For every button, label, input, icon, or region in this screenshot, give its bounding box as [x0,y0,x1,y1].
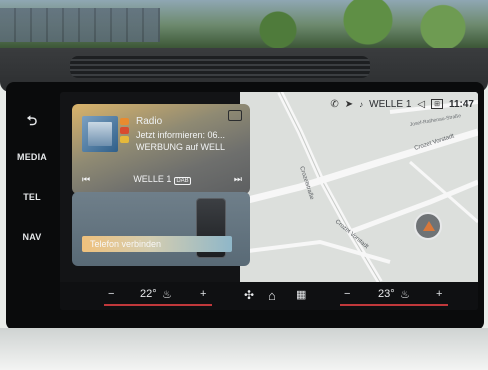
left-temp-indicator [104,304,212,306]
station-cover-art [82,116,118,152]
climate-bar: − 22° ♨ + ✣ ⌂ ▦ − 23° ♨ + [60,282,478,310]
map-roads: Crozetstraße Crozet Vorstadt Crozet Vors… [240,92,478,282]
fan-icon[interactable]: ✣ [244,288,254,302]
status-station-icon: ♪ [359,99,364,109]
right-temp-down-button[interactable]: − [344,288,350,300]
radio-title: Radio [136,116,163,127]
status-station: WELLE 1 [369,98,412,110]
right-temp-value: 23 [378,288,391,300]
status-bar: ✆ ➤ ♪ WELLE 1 ◁ ⊞ 11:47 [330,96,474,112]
solar-panel-graphic [0,8,160,42]
next-track-icon[interactable]: ⏭ [234,174,242,185]
volume-icon[interactable]: ◁ [417,99,425,110]
radio-widget[interactable]: Radio Jetzt informieren: 06... WERBUNG a… [72,104,250,194]
air-vent [70,56,370,78]
left-temp-value: 22 [140,288,153,300]
right-temperature[interactable]: 23° [378,288,395,300]
right-temp-up-button[interactable]: + [436,288,442,300]
rail-item-media[interactable]: MEDIA [8,152,56,162]
left-temperature[interactable]: 22° [140,288,157,300]
trees-graphic [188,0,488,50]
apps-grid-icon[interactable]: ▦ [296,288,306,301]
phone-off-icon: ✆ [330,98,339,110]
signal-icon [120,118,129,150]
seat-heat-left-icon[interactable]: ♨ [162,288,172,301]
right-temp-indicator [340,304,448,306]
display-icon[interactable]: ⊞ [431,99,443,109]
status-time: 11:47 [448,98,474,110]
radio-info-line-1: Jetzt informieren: 06... [136,130,226,140]
vehicle-position-icon [414,212,442,240]
back-icon[interactable]: ⮌ [8,112,56,134]
seat-heat-right-icon[interactable]: ♨ [400,288,410,301]
radio-info-line-2: WERBUNG auf WELL [136,142,226,152]
navigation-map[interactable]: Crozetstraße Crozet Vorstadt Crozet Vors… [240,92,478,282]
home-icon[interactable]: ⌂ [268,288,276,303]
rail-item-tel[interactable]: TEL [8,192,56,202]
phone-widget[interactable]: Telefon verbinden [72,192,250,266]
dashboard-bottom [0,328,488,370]
radio-controls: ⏮ WELLE 1 DAB ⏭ [82,172,242,186]
infotainment-screen: Crozetstraße Crozet Vorstadt Crozet Vors… [60,92,478,310]
side-rail: ⮌ MEDIA TEL NAV [8,100,56,310]
left-temp-down-button[interactable]: − [108,288,114,300]
connect-phone-button[interactable]: Telefon verbinden [82,236,232,252]
radio-station-label: WELLE 1 DAB [133,174,191,185]
left-temp-up-button[interactable]: + [200,288,206,300]
navigation-arrow-icon: ➤ [344,98,354,110]
car-interior: ⮌ MEDIA TEL NAV Crozetstraße Crozet Vors… [0,0,488,370]
previous-track-icon[interactable]: ⏮ [82,174,90,185]
rail-item-nav[interactable]: NAV [8,232,56,242]
dab-badge: DAB [174,177,191,185]
save-icon[interactable] [228,110,242,121]
radio-station-name: WELLE 1 [133,174,172,184]
